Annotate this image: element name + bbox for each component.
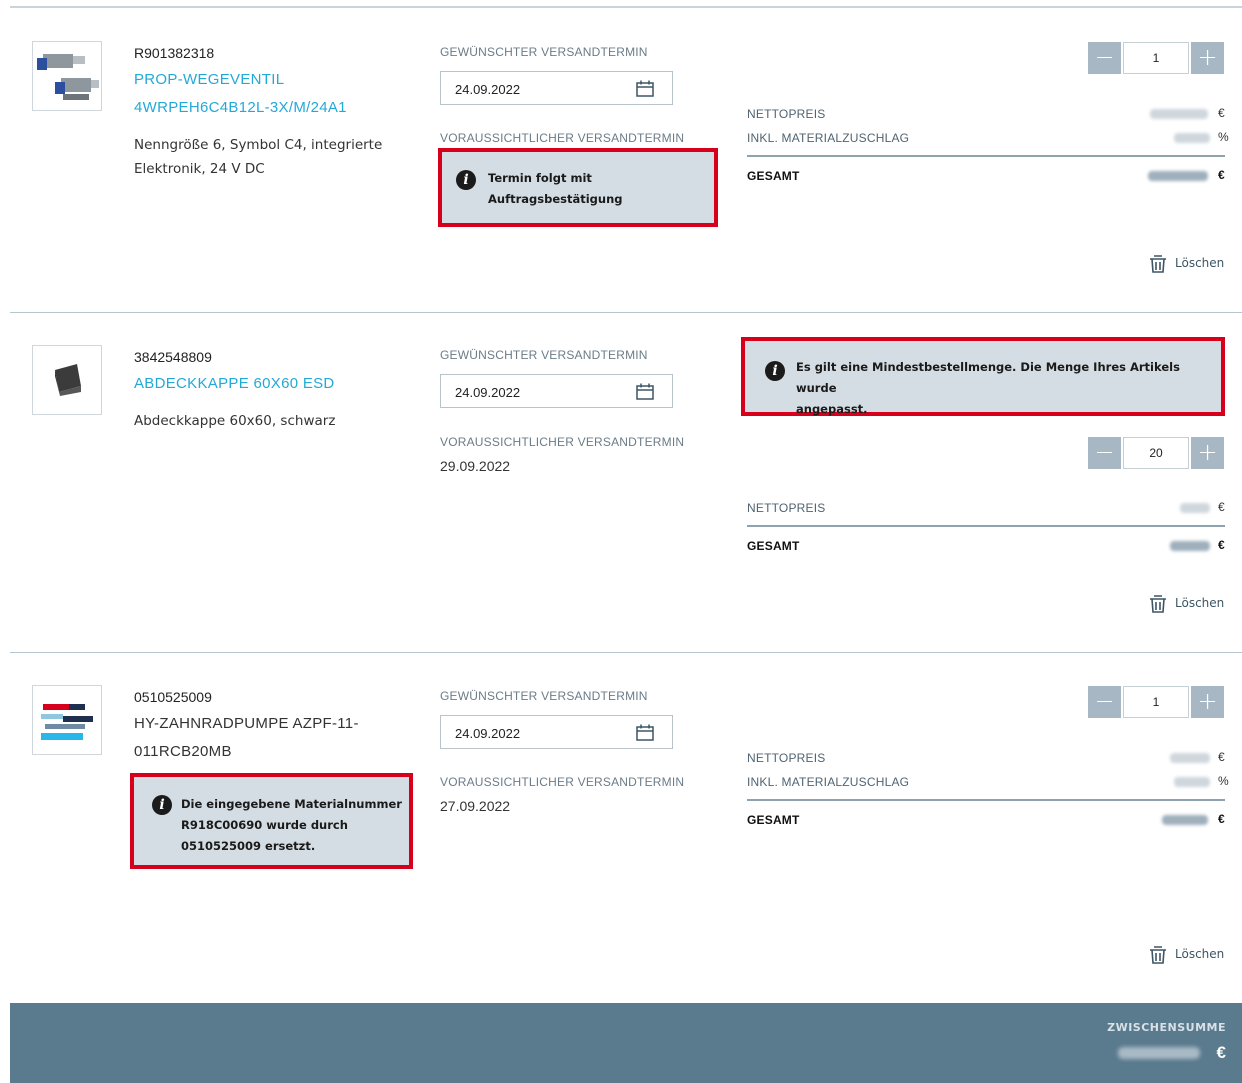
surcharge-value	[1174, 777, 1210, 787]
subtotal-label: ZWISCHENSUMME	[1107, 1021, 1226, 1034]
product-name-line: HY-ZAHNRADPUMPE AZPF-11-	[134, 715, 359, 732]
subtotal-bar: ZWISCHENSUMME €	[10, 1003, 1242, 1083]
total-divider	[747, 799, 1225, 801]
notice-line: R918C00690 wurde durch	[181, 818, 348, 832]
product-name: HY-ZAHNRADPUMPE AZPF-11- 011RCB20MB	[134, 710, 359, 766]
total-unit: €	[1218, 812, 1225, 826]
product-image[interactable]	[32, 685, 102, 755]
net-price-unit: €	[1218, 750, 1225, 764]
surcharge-unit: %	[1218, 774, 1229, 788]
expected-date-value: 27.09.2022	[440, 798, 511, 814]
expected-date-label: VORAUSSICHTLICHER VERSANDTERMIN	[440, 775, 685, 789]
plus-icon[interactable]: +	[1191, 686, 1224, 718]
material-number: 0510525009	[134, 689, 212, 705]
notice-line: 0510525009 ersetzt.	[181, 839, 316, 853]
subtotal-unit: €	[1216, 1043, 1226, 1062]
total-value	[1162, 815, 1208, 825]
notice-text: Die eingegebene Materialnummer R918C0069…	[181, 794, 402, 857]
product-name-line: 011RCB20MB	[134, 743, 232, 760]
delete-label: Löschen	[1175, 947, 1225, 961]
trash-icon	[1150, 946, 1166, 964]
requested-date-input[interactable]: 24.09.2022	[440, 715, 673, 749]
quantity-stepper: − 1 +	[1088, 686, 1224, 718]
cart-item: 0510525009 HY-ZAHNRADPUMPE AZPF-11- 011R…	[10, 0, 1242, 1000]
info-icon: i	[152, 795, 172, 815]
requested-date-label: GEWÜNSCHTER VERSANDTERMIN	[440, 689, 648, 703]
calendar-icon[interactable]	[636, 724, 654, 746]
notice-line: Die eingegebene Materialnummer	[181, 797, 402, 811]
net-price-label: NETTOPREIS	[747, 751, 826, 765]
surcharge-label: INKL. MATERIALZUSCHLAG	[747, 775, 910, 789]
replacement-notice: i Die eingegebene Materialnummer R918C00…	[130, 773, 413, 869]
net-price-value	[1170, 753, 1210, 763]
total-label: GESAMT	[747, 813, 800, 827]
quantity-input[interactable]: 1	[1123, 686, 1189, 718]
minus-icon[interactable]: −	[1088, 686, 1121, 718]
pump-thumbnail	[41, 704, 93, 740]
subtotal-value	[1118, 1047, 1200, 1059]
requested-date-value: 24.09.2022	[455, 726, 521, 741]
